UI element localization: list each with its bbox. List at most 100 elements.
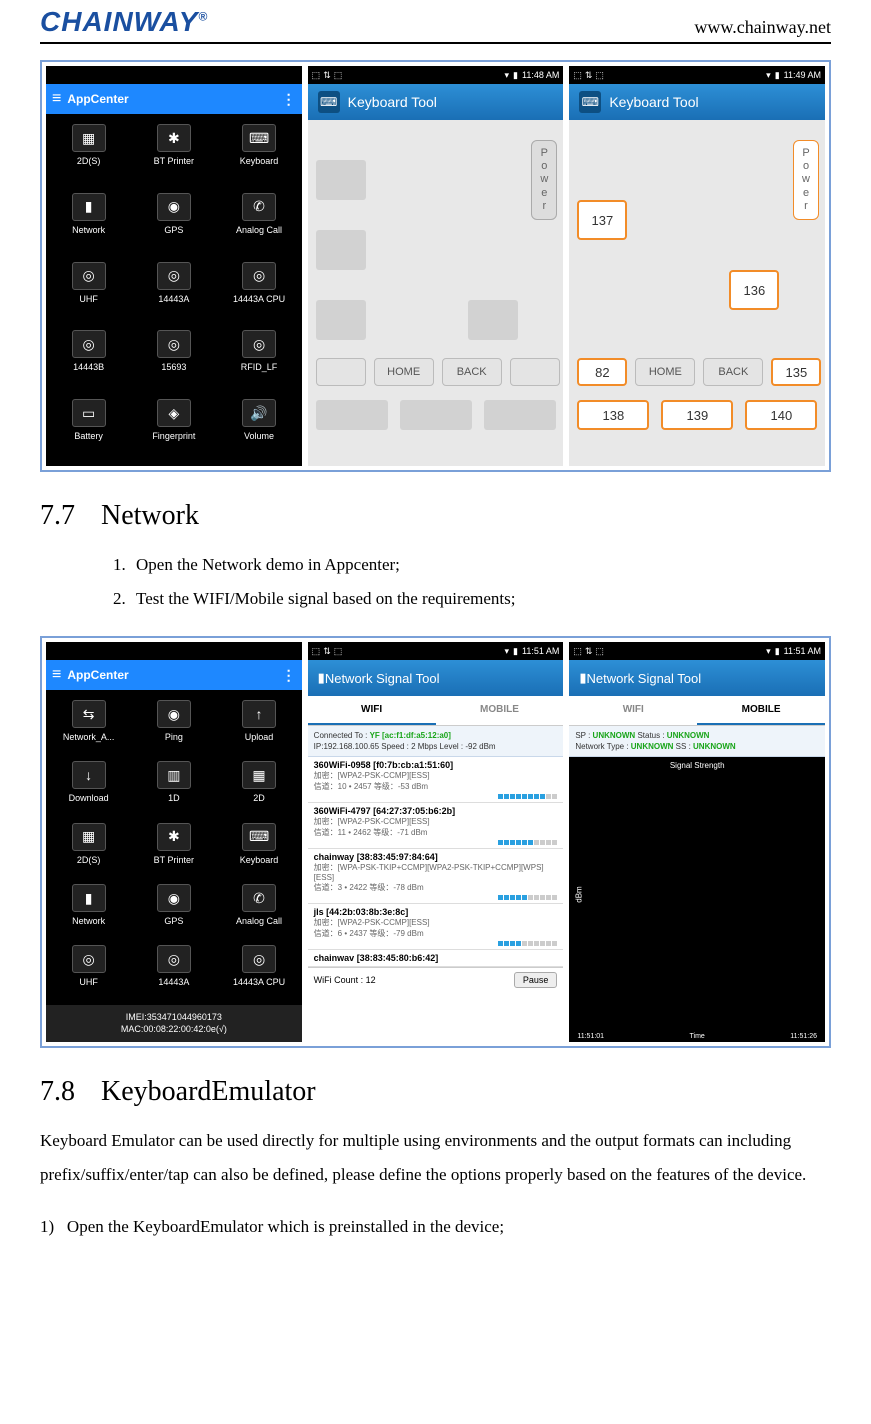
pause-button[interactable]: Pause <box>514 972 558 988</box>
app-2ds[interactable]: ▦2D(S) <box>46 124 131 181</box>
overflow-icon[interactable]: ⋮ <box>282 667 296 684</box>
app-battery[interactable]: ▭Battery <box>46 399 131 456</box>
chart-ylabel: dBm <box>575 886 584 902</box>
app-14443a[interactable]: ◎14443A <box>131 262 216 319</box>
wifi-icon: ▾ <box>505 70 510 81</box>
section-7-8-steps: Open the KeyboardEmulator which is prein… <box>40 1210 831 1244</box>
app-14443a[interactable]: ◎14443A <box>131 945 216 994</box>
wifi-list[interactable]: 360WiFi-0958 [f0:7b:cb:a1:51:60] 加密：[WPA… <box>308 757 564 967</box>
key-139[interactable]: 139 <box>661 400 733 430</box>
app-ping[interactable]: ◉Ping <box>131 700 216 749</box>
logo: CHAINWAY® <box>40 6 208 38</box>
network-app-icon: ▮ <box>318 670 325 686</box>
wifi-item[interactable]: 360WiFi-0958 [f0:7b:cb:a1:51:60] 加密：[WPA… <box>308 757 564 803</box>
back-button[interactable]: BACK <box>703 358 763 386</box>
overflow-icon[interactable]: ⋮ <box>282 91 296 108</box>
app-uhf[interactable]: ◎UHF <box>46 945 131 994</box>
hamburger-icon[interactable]: ≡ <box>52 90 61 108</box>
key-slot[interactable] <box>316 230 366 270</box>
key-136[interactable]: 136 <box>729 270 779 310</box>
wifi-item[interactable]: chainway [38:83:45:97:84:64] 加密：[WPA-PSK… <box>308 849 564 904</box>
app-14443acpu[interactable]: ◎14443A CPU <box>216 262 301 319</box>
key-slot[interactable] <box>316 358 366 386</box>
section-number: 7.8 <box>40 1076 94 1108</box>
wifi-item[interactable]: jls [44:2b:03:8b:3e:8c] 加密：[WPA2-PSK-CCM… <box>308 904 564 950</box>
app-2d[interactable]: ▦2D <box>216 761 301 810</box>
key-slot[interactable] <box>316 300 366 340</box>
app-keyboard[interactable]: ⌨Keyboard <box>216 124 301 181</box>
chart-title: Signal Strength <box>569 757 825 774</box>
keyboard-app-icon: ⌨ <box>579 91 601 113</box>
wifi-item[interactable]: 360WiFi-4797 [64:27:37:05:b6:2b] 加密：[WPA… <box>308 803 564 849</box>
hamburger-icon[interactable]: ≡ <box>52 666 61 684</box>
status-time: 11:49 AM <box>784 70 821 80</box>
app-volume[interactable]: 🔊Volume <box>216 399 301 456</box>
key-135[interactable]: 135 <box>771 358 821 386</box>
app-btprinter[interactable]: ✱BT Printer <box>131 823 216 872</box>
key-82[interactable]: 82 <box>577 358 627 386</box>
app-14443b[interactable]: ◎14443B <box>46 330 131 387</box>
key-138[interactable]: 138 <box>577 400 649 430</box>
battery-icon: ▮ <box>775 646 780 657</box>
device-info-bar: IMEI:353471044960173 MAC:00:08:22:00:42:… <box>46 1005 302 1042</box>
app-1d[interactable]: ▥1D <box>131 761 216 810</box>
app-rfidlf[interactable]: ◎RFID_LF <box>216 330 301 387</box>
wifi-item[interactable]: chainwav [38:83:45:80:b6:42] <box>308 950 564 967</box>
app-network[interactable]: ▮Network <box>46 193 131 250</box>
key-140[interactable]: 140 <box>745 400 817 430</box>
app-uhf[interactable]: ◎UHF <box>46 262 131 319</box>
key-slot[interactable] <box>510 358 560 386</box>
tab-wifi[interactable]: WIFI <box>308 696 436 725</box>
logo-text: CHAINWAY <box>40 6 198 37</box>
key-slot[interactable] <box>316 400 388 430</box>
app-grid: ⇆Network_A... ◉Ping ↑Upload ↓Download ▥1… <box>46 690 302 1005</box>
app-gps[interactable]: ◉GPS <box>131 193 216 250</box>
home-button[interactable]: HOME <box>374 358 434 386</box>
app-gps[interactable]: ◉GPS <box>131 884 216 933</box>
tab-wifi[interactable]: WIFI <box>569 696 697 725</box>
key-slot[interactable] <box>316 160 366 200</box>
app-analogcall[interactable]: ✆Analog Call <box>216 884 301 933</box>
registered-mark: ® <box>198 10 208 24</box>
app-analogcall[interactable]: ✆Analog Call <box>216 193 301 250</box>
keyboard-body: Power HOME BACK <box>308 120 564 466</box>
app-networka[interactable]: ⇆Network_A... <box>46 700 131 749</box>
mobile-status-info: SP : UNKNOWN Status : UNKNOWN Network Ty… <box>569 726 825 757</box>
section-title: KeyboardEmulator <box>101 1076 316 1107</box>
battery-icon: ▮ <box>513 70 518 81</box>
key-slot[interactable] <box>468 300 518 340</box>
app-2ds[interactable]: ▦2D(S) <box>46 823 131 872</box>
app-15693[interactable]: ◎15693 <box>131 330 216 387</box>
app-14443acpu[interactable]: ◎14443A CPU <box>216 945 301 994</box>
app-btprinter[interactable]: ✱BT Printer <box>131 124 216 181</box>
battery-icon: ▮ <box>775 70 780 81</box>
appcenter-screenshot-2: ≡ AppCenter ⋮ ⇆Network_A... ◉Ping ↑Uploa… <box>46 642 302 1042</box>
keyboard-title-bar: ⌨ Keyboard Tool <box>308 84 564 120</box>
key-137[interactable]: 137 <box>577 200 627 240</box>
status-bar: ⬚⇅⬚ ▾▮ 11:51 AM <box>569 642 825 660</box>
tab-mobile[interactable]: MOBILE <box>436 696 564 725</box>
network-tabs: WIFI MOBILE <box>569 696 825 726</box>
mac-text: MAC:00:08:22:00:42:0e(√) <box>52 1023 296 1036</box>
key-slot[interactable] <box>400 400 472 430</box>
tab-mobile[interactable]: MOBILE <box>697 696 825 725</box>
app-network[interactable]: ▮Network <box>46 884 131 933</box>
section-number: 7.7 <box>40 500 94 532</box>
site-url: www.chainway.net <box>694 17 831 38</box>
home-button[interactable]: HOME <box>635 358 695 386</box>
app-download[interactable]: ↓Download <box>46 761 131 810</box>
step-item: Test the WIFI/Mobile signal based on the… <box>130 582 831 616</box>
signal-chart: Signal Strength dBm 11:51:01 Time 11:51:… <box>569 757 825 1042</box>
section-7-8-heading: 7.8 KeyboardEmulator <box>40 1076 831 1108</box>
app-keyboard[interactable]: ⌨Keyboard <box>216 823 301 872</box>
app-upload[interactable]: ↑Upload <box>216 700 301 749</box>
wifi-icon: ▾ <box>505 646 510 657</box>
power-button[interactable]: Power <box>793 140 819 220</box>
power-button[interactable]: Power <box>531 140 557 220</box>
back-button[interactable]: BACK <box>442 358 502 386</box>
app-fingerprint[interactable]: ◈Fingerprint <box>131 399 216 456</box>
keyboard-title: Keyboard Tool <box>348 94 437 110</box>
screenshot-row-1: ≡ AppCenter ⋮ ▦2D(S) ✱BT Printer ⌨Keyboa… <box>40 60 831 472</box>
network-wifi-screenshot: ⬚⇅⬚ ▾▮ 11:51 AM ▮ Network Signal Tool WI… <box>308 642 564 1042</box>
key-slot[interactable] <box>484 400 556 430</box>
